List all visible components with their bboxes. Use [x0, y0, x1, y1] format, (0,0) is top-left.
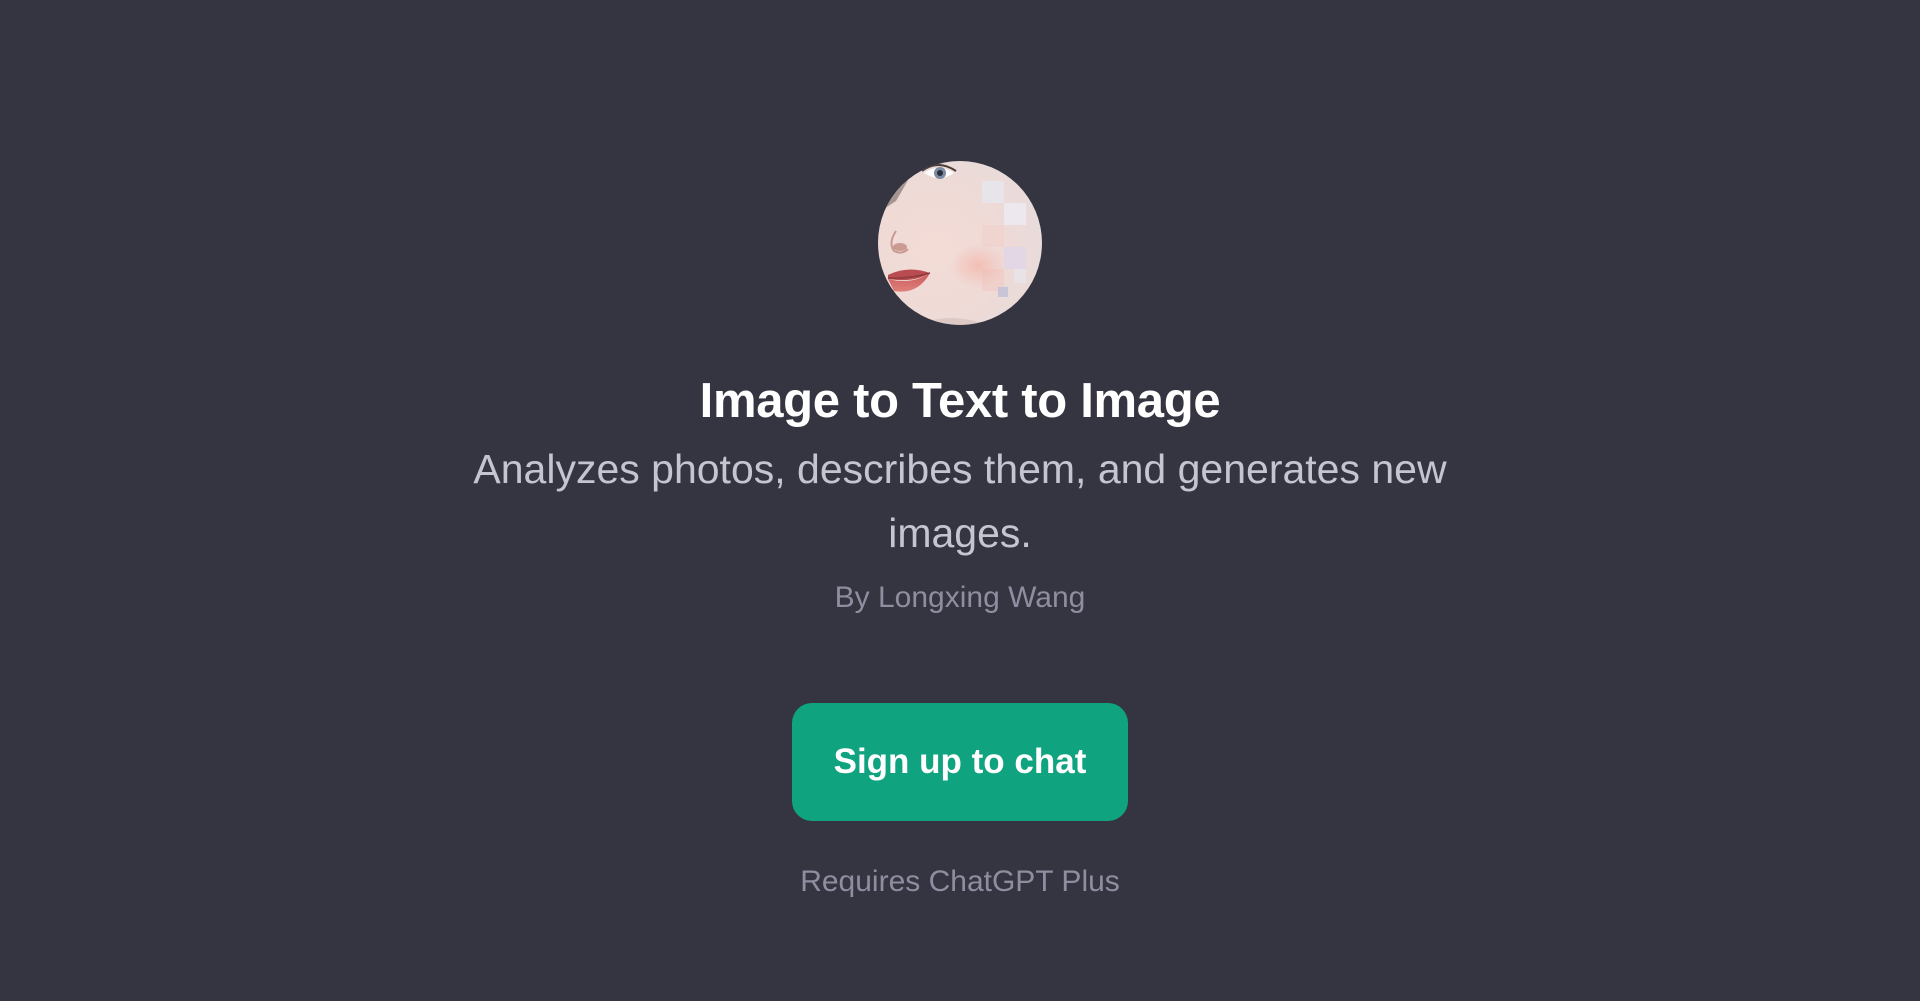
- gpt-avatar: [878, 161, 1042, 325]
- gpt-landing-page: Image to Text to Image Analyzes photos, …: [0, 0, 1920, 1001]
- sign-up-button[interactable]: Sign up to chat: [792, 703, 1128, 821]
- portrait-avatar-image: [878, 161, 1042, 325]
- gpt-description: Analyzes photos, describes them, and gen…: [473, 446, 1447, 556]
- plan-requirement-note: Requires ChatGPT Plus: [800, 865, 1120, 898]
- gpt-author: By Longxing Wang: [834, 581, 1086, 614]
- gpt-title: Image to Text to Image: [699, 374, 1221, 428]
